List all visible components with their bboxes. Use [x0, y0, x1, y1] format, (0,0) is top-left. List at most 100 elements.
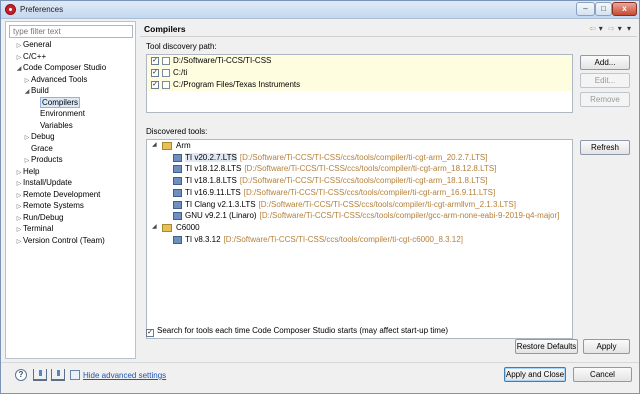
- cancel-button[interactable]: Cancel: [573, 367, 632, 382]
- discovery-path-checkbox[interactable]: ✓: [151, 81, 159, 89]
- discovered-tools-list[interactable]: ◢ Arm TI v20.2.7.LTS [D:/Software/Ti-CCS/TI…: [146, 139, 573, 339]
- discovery-path-row[interactable]: ✓ C:/Program Files/Texas Instruments: [147, 79, 572, 91]
- sidebar-item-compilers[interactable]: Compilers: [6, 96, 135, 109]
- tool-path: [D:/Software/Ti-CCS/TI-CSS/ccs/tools/com…: [239, 152, 488, 162]
- export-icon[interactable]: [51, 369, 65, 381]
- sidebar-item-help[interactable]: ▷ Help: [6, 166, 135, 178]
- import-icon[interactable]: [33, 369, 47, 381]
- app-icon: [5, 4, 16, 15]
- compiler-icon: [173, 177, 182, 186]
- minimize-button[interactable]: –: [576, 2, 595, 16]
- tool-path: [D:/Software/Ti-CCS/TI-CSS/ccs/tools/com…: [258, 199, 516, 209]
- sidebar-item-label: Products: [31, 155, 63, 164]
- sidebar-item-label: Build: [31, 86, 49, 95]
- tool-item[interactable]: TI v18.1.8.LTS [D:/Software/Ti-CCS/TI-CSS…: [147, 175, 572, 187]
- folder-icon: [162, 69, 170, 77]
- sidebar-item-debug[interactable]: ▷ Debug: [6, 131, 135, 143]
- discovery-path-text: C:/Program Files/Texas Instruments: [173, 80, 301, 89]
- tool-item[interactable]: TI v18.12.8.LTS [D:/Software/Ti-CCS/TI-CS…: [147, 163, 572, 175]
- tool-group-c6000[interactable]: ◢ C6000: [147, 222, 572, 234]
- tool-path: [D:/Software/Ti-CCS/TI-CSS/ccs/tools/com…: [223, 234, 463, 244]
- forward-menu-icon[interactable]: ▾: [618, 24, 622, 33]
- remove-button[interactable]: Remove: [580, 92, 630, 107]
- restore-defaults-button[interactable]: Restore Defaults: [515, 339, 578, 354]
- sidebar-item-terminal[interactable]: ▷ Terminal: [6, 223, 135, 235]
- sidebar-item-label: Debug: [31, 132, 55, 141]
- edit-button[interactable]: Edit...: [580, 73, 630, 88]
- search-each-start-row[interactable]: ✓ Search for tools each time Code Compose…: [146, 326, 449, 337]
- sidebar-item-label: Advanced Tools: [31, 74, 88, 84]
- compiler-icon: [173, 235, 182, 244]
- tool-group-label: Arm: [176, 141, 191, 150]
- tool-item[interactable]: TI v16.9.11.LTS [D:/Software/Ti-CCS/TI-CS…: [147, 187, 572, 199]
- compiler-icon: [173, 153, 182, 162]
- preferences-window: Preferences – □ x ▷General▷C/C++◢Code Co…: [0, 0, 640, 394]
- back-menu-icon[interactable]: ▾: [599, 24, 603, 33]
- sidebar-item-label: Help: [23, 166, 40, 176]
- apply-button[interactable]: Apply: [583, 339, 630, 354]
- help-icon[interactable]: ?: [15, 369, 27, 381]
- tool-group-arm[interactable]: ◢ Arm: [147, 140, 572, 152]
- search-each-start-checkbox[interactable]: ✓: [146, 329, 154, 337]
- tool-item[interactable]: TI Clang v2.1.3.LTS [D:/Software/Ti-CCS/T…: [147, 199, 572, 211]
- tool-item[interactable]: TI v8.3.12 [D:/Software/Ti-CCS/TI-CSS/ccs…: [147, 234, 572, 246]
- discovery-path-row[interactable]: ✓ D:/Software/Ti-CCS/TI-CSS: [147, 55, 572, 67]
- sidebar-item-environment[interactable]: Environment: [6, 108, 135, 120]
- sidebar-item-c-c[interactable]: ▷ C/C++: [6, 51, 135, 63]
- preferences-sidebar: ▷General▷C/C++◢Code Composer Studio▷Adva…: [5, 21, 136, 359]
- sidebar-item-label: Version Control (Team): [23, 235, 105, 245]
- tool-group-icon: [162, 142, 172, 150]
- close-button[interactable]: x: [612, 2, 637, 16]
- tool-name: TI Clang v2.1.3.LTS: [185, 199, 256, 209]
- back-arrow-icon[interactable]: ⇦: [589, 24, 596, 33]
- sidebar-item-general[interactable]: ▷ General: [6, 39, 135, 51]
- sidebar-item-advanced-tools[interactable]: ▷ Advanced Tools: [6, 74, 135, 86]
- tool-path: [D:/Software/Ti-CCS/TI-CSS/ccs/tools/com…: [239, 176, 488, 186]
- tool-group-label: C6000: [176, 223, 200, 233]
- sidebar-item-version-control-team[interactable]: ▷ Version Control (Team): [6, 235, 135, 247]
- hide-advanced-settings-link[interactable]: Hide advanced settings: [83, 371, 166, 380]
- tool-name: TI v16.9.11.LTS: [185, 187, 241, 197]
- tool-name: TI v20.2.7.LTS: [185, 152, 237, 162]
- sidebar-item-label: Grace: [31, 143, 53, 153]
- sidebar-item-remote-development[interactable]: ▷ Remote Development: [6, 189, 135, 201]
- page-nav: ⇦ ▾ ⇨ ▾ ▾: [586, 24, 631, 33]
- compiler-icon: [173, 200, 182, 209]
- sidebar-item-variables[interactable]: Variables: [6, 120, 135, 132]
- sidebar-item-code-composer-studio[interactable]: ◢ Code Composer Studio: [6, 62, 135, 74]
- discovered-tools-label: Discovered tools:: [146, 127, 208, 136]
- preferences-tree: ▷ General ▷ C/C++ ◢ Code Composer Studio ▷ Adva…: [6, 39, 135, 246]
- maximize-button[interactable]: □: [595, 2, 612, 16]
- tool-item[interactable]: GNU v9.2.1 (Linaro) [D:/Software/Ti-CCS/T…: [147, 210, 572, 222]
- discovery-path-row[interactable]: ✓ C:/ti: [147, 67, 572, 79]
- sidebar-item-build[interactable]: ◢ Build: [6, 85, 135, 97]
- discovery-path-list[interactable]: ✓ D:/Software/Ti-CCS/TI-CSS ✓ C:/ti ✓ C:/Prog…: [146, 54, 573, 113]
- tool-name: TI v18.1.8.LTS: [185, 176, 237, 186]
- collapsed-arrow-icon[interactable]: ▷: [15, 237, 23, 249]
- discovery-path-checkbox[interactable]: ✓: [151, 57, 159, 65]
- title-bar: Preferences – □ x: [1, 1, 639, 19]
- sidebar-item-grace[interactable]: Grace: [6, 143, 135, 155]
- sidebar-item-remote-systems[interactable]: ▷ Remote Systems: [6, 200, 135, 212]
- tool-name: GNU v9.2.1 (Linaro): [185, 211, 257, 221]
- sidebar-item-label: Remote Development: [23, 189, 101, 199]
- tool-name: TI v8.3.12: [185, 234, 221, 244]
- refresh-button[interactable]: Refresh: [580, 140, 630, 155]
- compiler-icon: [173, 165, 182, 174]
- add-button[interactable]: Add...: [580, 55, 630, 70]
- page-title: Compilers: [144, 24, 186, 34]
- sidebar-item-install-update[interactable]: ▷ Install/Update: [6, 177, 135, 189]
- apply-and-close-button[interactable]: Apply and Close: [504, 367, 566, 382]
- window-title: Preferences: [20, 5, 64, 14]
- sidebar-item-products[interactable]: ▷ Products: [6, 154, 135, 166]
- sidebar-item-label: General: [23, 40, 52, 49]
- expanded-arrow-icon[interactable]: ◢: [152, 140, 157, 152]
- sidebar-item-run-debug[interactable]: ▷ Run/Debug: [6, 212, 135, 224]
- forward-arrow-icon[interactable]: ⇨: [608, 24, 615, 33]
- tool-item[interactable]: TI v20.2.7.LTS [D:/Software/Ti-CCS/TI-CSS…: [147, 152, 572, 164]
- view-menu-icon[interactable]: ▾: [627, 24, 631, 33]
- search-each-start-label: Search for tools each time Code Composer…: [157, 326, 449, 335]
- discovery-path-checkbox[interactable]: ✓: [151, 69, 159, 77]
- filter-input[interactable]: [9, 25, 133, 38]
- expanded-arrow-icon[interactable]: ◢: [152, 222, 157, 234]
